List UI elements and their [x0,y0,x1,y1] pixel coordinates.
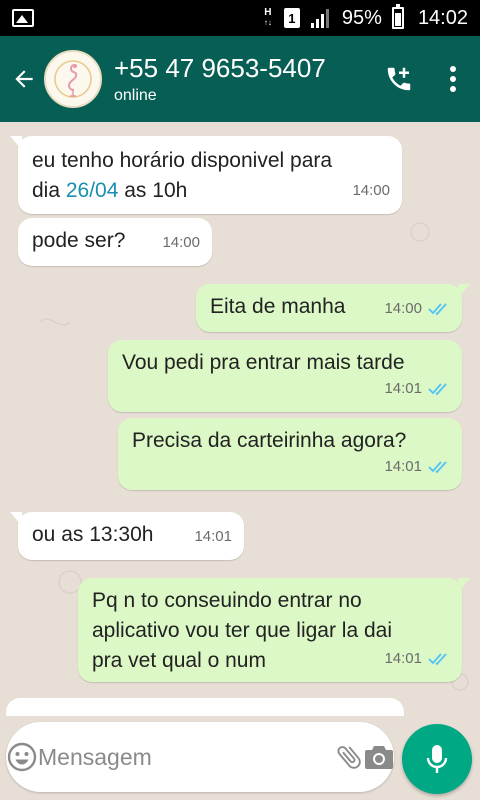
voice-record-button[interactable] [402,724,472,794]
message-meta: 14:01 [194,522,232,552]
message-incoming[interactable]: eu tenho horário disponivel para dia 26/… [10,136,402,214]
message-meta: 14:01 [384,452,450,482]
message-incoming-partial[interactable] [6,698,404,716]
message-composer [6,722,394,792]
message-outgoing[interactable]: Eita de manha 14:00 [196,284,470,332]
signal-icon [310,9,329,28]
avatar[interactable] [44,50,102,108]
more-options-button[interactable] [426,36,480,122]
message-meta: 14:00 [352,176,390,206]
clock: 14:02 [417,6,468,29]
gallery-icon [12,9,34,27]
camera-button[interactable] [364,722,394,792]
message-outgoing[interactable]: Precisa da carteirinha agora? 14:01 [118,418,462,490]
message-time: 14:00 [384,300,422,317]
message-meta: 14:01 [384,644,450,674]
date-link[interactable]: 26/04 [66,179,119,202]
message-incoming[interactable]: pode ser? 14:00 [18,218,212,266]
more-vert-icon [450,66,456,92]
double-check-icon [428,303,447,316]
flamingo-logo-icon [54,60,92,98]
back-arrow-icon [15,70,33,88]
network-type-icon: H ↑↓ [263,7,272,28]
message-time: 14:01 [384,458,422,475]
battery-percent: 95% [341,6,382,29]
message-text: eu tenho horário disponivel para dia 26/… [32,149,333,202]
camera-icon [365,746,393,769]
message-time: 14:01 [194,528,232,545]
back-button[interactable] [4,36,44,122]
input-bar [0,716,480,800]
sim-icon: 1 [283,8,300,28]
message-time: 14:01 [384,650,422,667]
double-check-icon [428,653,447,666]
emoji-button[interactable] [6,722,38,792]
emoji-icon [7,742,37,772]
double-check-icon [428,461,447,474]
chat-area[interactable]: eu tenho horário disponivel para dia 26/… [0,122,480,716]
chat-header: +55 47 9653-5407 online [0,36,480,122]
message-time: 14:01 [384,380,422,397]
message-time: 14:00 [352,182,390,199]
double-check-icon [428,383,447,396]
mic-icon [426,745,448,773]
message-meta: 14:01 [384,374,450,404]
paperclip-icon [337,746,361,769]
message-outgoing[interactable]: Vou pedi pra entrar mais tarde 14:01 [108,340,462,412]
message-meta: 14:00 [162,228,200,258]
message-outgoing[interactable]: Pq n to conseuindo entrar no aplicativo … [78,578,470,682]
contact-name: +55 47 9653-5407 [114,53,326,83]
add-call-icon [387,67,411,91]
message-input[interactable] [38,743,334,771]
message-incoming[interactable]: ou as 13:30h 14:01 [10,512,244,560]
contact-status: online [114,87,157,104]
status-bar: H ↑↓ 1 95% 14:02 [0,0,480,36]
contact-info[interactable]: +55 47 9653-5407 online [114,53,372,105]
message-meta: 14:00 [384,294,450,324]
message-time: 14:00 [162,234,200,251]
attach-button[interactable] [334,722,364,792]
battery-icon [391,4,404,29]
add-call-button[interactable] [372,36,426,122]
